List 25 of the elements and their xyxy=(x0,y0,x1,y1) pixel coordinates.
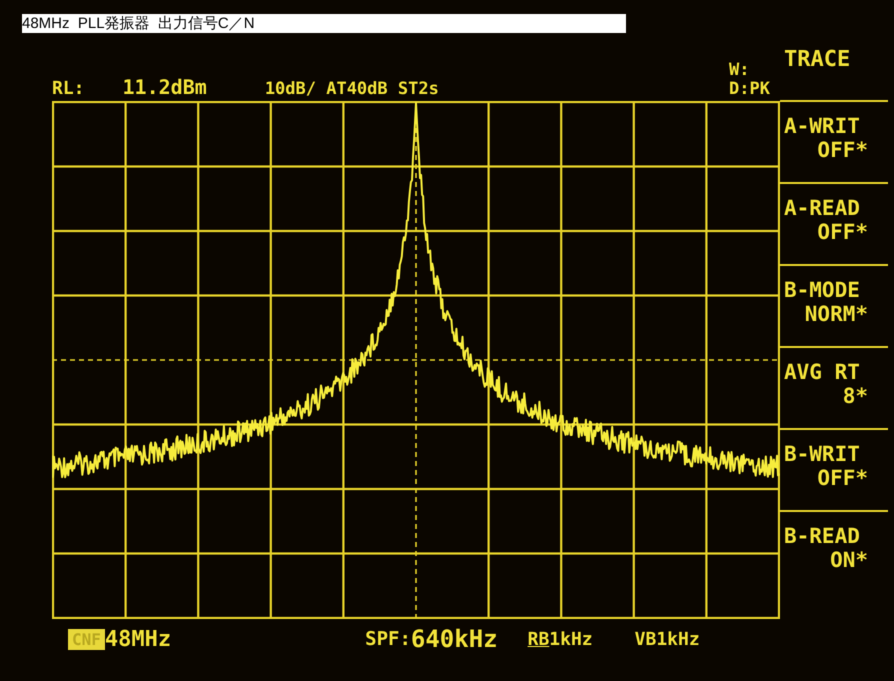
softkey-label: A-READ xyxy=(784,196,861,220)
span-value: 640kHz xyxy=(410,625,498,653)
softkey-value: 8* xyxy=(842,384,869,408)
resolution-bandwidth-value: 1kHz xyxy=(549,628,593,650)
softkey-label: B-MODE xyxy=(784,278,861,302)
scale-settings: 10dB/ AT40dB ST2s xyxy=(264,79,439,99)
softkey-label: A-WRIT xyxy=(784,114,861,138)
write-mode-label: W: xyxy=(729,61,751,80)
softkey-value: OFF* xyxy=(816,138,869,162)
softkey-value: ON* xyxy=(829,548,869,572)
softkey-label: B-READ xyxy=(784,524,861,548)
softkey-value: OFF* xyxy=(816,220,869,244)
video-bandwidth: VB1kHz xyxy=(634,628,700,650)
caption-label: 48MHz PLL発振器 出力信号C／N xyxy=(22,14,626,33)
reference-level-label: RL: xyxy=(52,78,85,99)
menu-title: TRACE xyxy=(783,47,852,74)
reference-level-value: 11.2dBm xyxy=(122,75,207,99)
softkey-value: NORM* xyxy=(804,302,869,326)
detector-label: D:PK xyxy=(729,80,770,99)
softkey-value: OFF* xyxy=(816,466,869,490)
softkey-label: B-WRIT xyxy=(784,442,861,466)
softkey-label: AVG RT xyxy=(784,360,861,384)
resolution-bandwidth-label: RB xyxy=(528,628,550,650)
center-frequency: 48MHz xyxy=(104,626,172,652)
span-label: SPF: xyxy=(365,628,411,650)
